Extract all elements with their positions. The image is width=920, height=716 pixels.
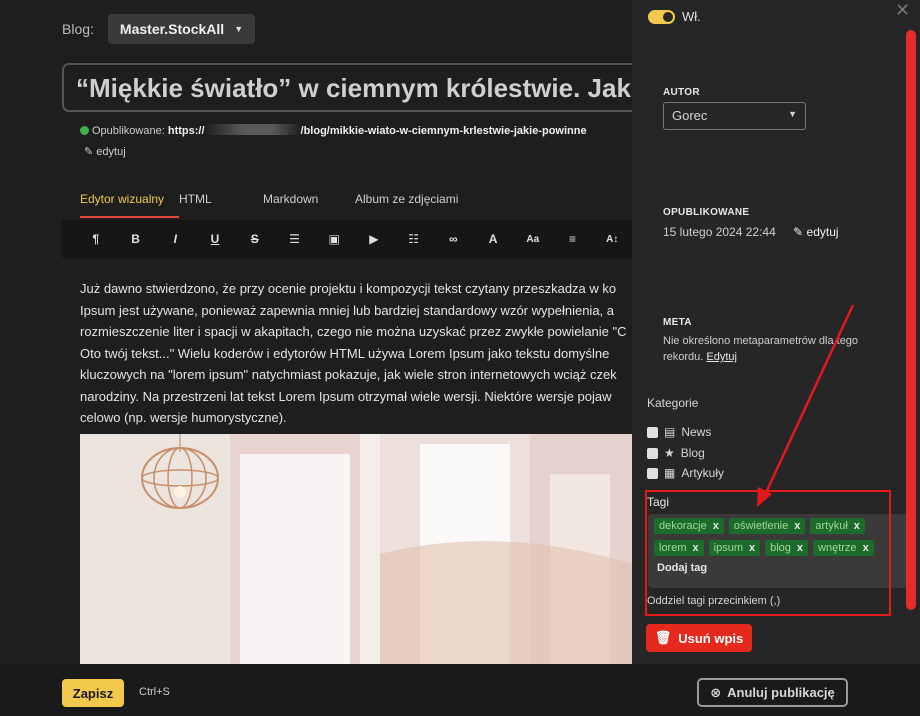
text-color-icon[interactable]: A xyxy=(473,232,513,246)
blog-select-value: Master.StockAll xyxy=(119,21,225,37)
tab-visual-editor[interactable]: Edytor wizualny xyxy=(80,192,179,218)
tab-markdown[interactable]: Markdown xyxy=(263,192,355,218)
category-blog[interactable]: ★ Blog xyxy=(647,446,705,460)
tab-photo-album[interactable]: Album ze zdjęciami xyxy=(355,192,458,218)
delete-post-button[interactable]: 🗑 Usuń wpis xyxy=(646,624,752,652)
chevron-down-icon: ▼ xyxy=(234,24,244,34)
published-label: Opublikowane: xyxy=(92,125,165,137)
redacted-domain xyxy=(204,124,301,135)
blog-select[interactable]: Master.StockAll ▼ xyxy=(107,14,256,44)
category-label: Blog xyxy=(680,446,705,460)
checkbox[interactable] xyxy=(647,467,658,479)
video-icon[interactable]: ▶ xyxy=(354,232,394,246)
category-label: News xyxy=(681,425,712,439)
body-line: celowo (np. wersje humorystyczne). xyxy=(80,410,287,425)
body-line: Już dawno stwierdzono, że przy ocenie pr… xyxy=(80,281,617,296)
meta-text: Nie określono metaparametrów dla tego re… xyxy=(663,335,859,363)
author-select[interactable]: Gorec ▼ xyxy=(663,102,806,130)
editor-tabs: Edytor wizualny HTML Markdown Album ze z… xyxy=(80,192,458,218)
bold-icon[interactable]: B xyxy=(116,232,156,246)
paragraph-icon[interactable]: ¶ xyxy=(76,232,116,246)
meta-text-block: Nie określono metaparametrów dla tego re… xyxy=(663,333,878,365)
published-heading: OPUBLIKOWANE xyxy=(663,207,750,218)
star-icon: ★ xyxy=(664,446,675,460)
meta-edit-link[interactable]: Edytuj xyxy=(706,351,737,363)
link-icon[interactable]: ∞ xyxy=(433,232,473,246)
italic-icon[interactable]: I xyxy=(155,232,195,246)
body-line: Ipsum jest używane, ponieważ zapewnia mn… xyxy=(80,302,615,318)
comments-toggle[interactable] xyxy=(648,10,675,24)
edit-url-label: edytuj xyxy=(96,146,126,158)
save-shortcut-hint: Ctrl+S xyxy=(139,686,170,698)
edit-date-link[interactable]: ✎ edytuj xyxy=(793,225,838,239)
tab-html[interactable]: HTML xyxy=(179,192,263,218)
categories-heading: Kategorie xyxy=(647,396,699,410)
category-news[interactable]: ▤ News xyxy=(647,425,711,439)
post-title-input[interactable]: “Miękkie światło” w ciemnym królestwie. … xyxy=(62,63,632,112)
blog-row: Blog: Master.StockAll ▼ xyxy=(62,14,256,44)
delete-label: Usuń wpis xyxy=(678,630,744,646)
cancel-label: Anuluj publikację xyxy=(727,685,835,700)
app-window: Blog: Master.StockAll ▼ “Miękkie światło… xyxy=(0,0,920,716)
close-icon[interactable]: ✕ xyxy=(895,0,910,21)
post-body[interactable]: Już dawno stwierdzono, że przy ocenie pr… xyxy=(80,278,632,429)
cancel-publication-button[interactable]: ⊗ Anuluj publikację xyxy=(697,678,848,707)
checkbox[interactable] xyxy=(647,426,658,438)
editor-toolbar: ¶ B I U S ☰ ▣ ▶ ☷ ∞ A Aa ≡ A↕ xyxy=(62,220,632,258)
category-articles[interactable]: ▦ Artykuły xyxy=(647,466,724,480)
published-date: 15 lutego 2024 22:44 xyxy=(663,225,776,239)
published-date-row: 15 lutego 2024 22:44 ✎ edytuj xyxy=(663,225,839,239)
image-icon[interactable]: ▣ xyxy=(314,232,354,246)
category-label: Artykuły xyxy=(681,466,725,480)
annotation-highlight-box xyxy=(645,490,891,616)
underline-icon[interactable]: U xyxy=(195,232,235,246)
edit-date-label: edytuj xyxy=(806,225,839,239)
align-icon[interactable]: ≡ xyxy=(553,232,593,246)
font-size-icon[interactable]: Aa xyxy=(513,234,553,245)
edit-url-link[interactable]: ✎ edytuj xyxy=(84,145,126,158)
book-icon: ▦ xyxy=(664,466,676,480)
body-line: narodziny. Na przestrzeni lat tekst Lore… xyxy=(80,388,612,404)
cancel-circle-icon: ⊗ xyxy=(710,684,722,700)
toggle-label: Wł. xyxy=(682,9,701,24)
published-url-row: Opublikowane: https:// /blog/mikkie-wiato… xyxy=(80,124,587,137)
trash-icon: 🗑 xyxy=(654,630,672,645)
post-image[interactable] xyxy=(80,434,632,664)
line-height-icon[interactable]: A↕ xyxy=(592,234,632,245)
room-illustration xyxy=(80,434,632,664)
strikethrough-icon[interactable]: S xyxy=(235,232,275,246)
panel-scrollbar[interactable] xyxy=(906,30,916,610)
post-url-end[interactable]: /blog/mikkie-wiato-w-ciemnym-krlestwie-j… xyxy=(301,125,587,137)
body-line: rozmieszczenie liter i spacji w akapitac… xyxy=(80,324,627,339)
chevron-down-icon: ▼ xyxy=(788,109,797,119)
published-status-icon xyxy=(80,126,89,135)
post-url-start[interactable]: https:// xyxy=(168,125,205,137)
author-value: Gorec xyxy=(672,108,708,123)
blog-label: Blog: xyxy=(62,21,94,37)
save-button[interactable]: Zapisz xyxy=(62,679,124,707)
pencil-icon: ✎ xyxy=(793,225,804,239)
author-heading: AUTOR xyxy=(663,87,700,98)
table-icon[interactable]: ☷ xyxy=(394,232,434,246)
checkbox[interactable] xyxy=(647,447,658,459)
list-icon[interactable]: ☰ xyxy=(275,232,315,246)
meta-heading: META xyxy=(663,317,692,328)
body-line: kluczowych na "lorem ipsum" natychmiast … xyxy=(80,367,617,382)
pencil-icon: ✎ xyxy=(84,146,94,158)
body-line: Oto twój tekst..." Wielu koderów i edyto… xyxy=(80,345,610,361)
editor-area: Blog: Master.StockAll ▼ “Miękkie światło… xyxy=(0,0,632,664)
document-icon: ▤ xyxy=(664,425,676,439)
